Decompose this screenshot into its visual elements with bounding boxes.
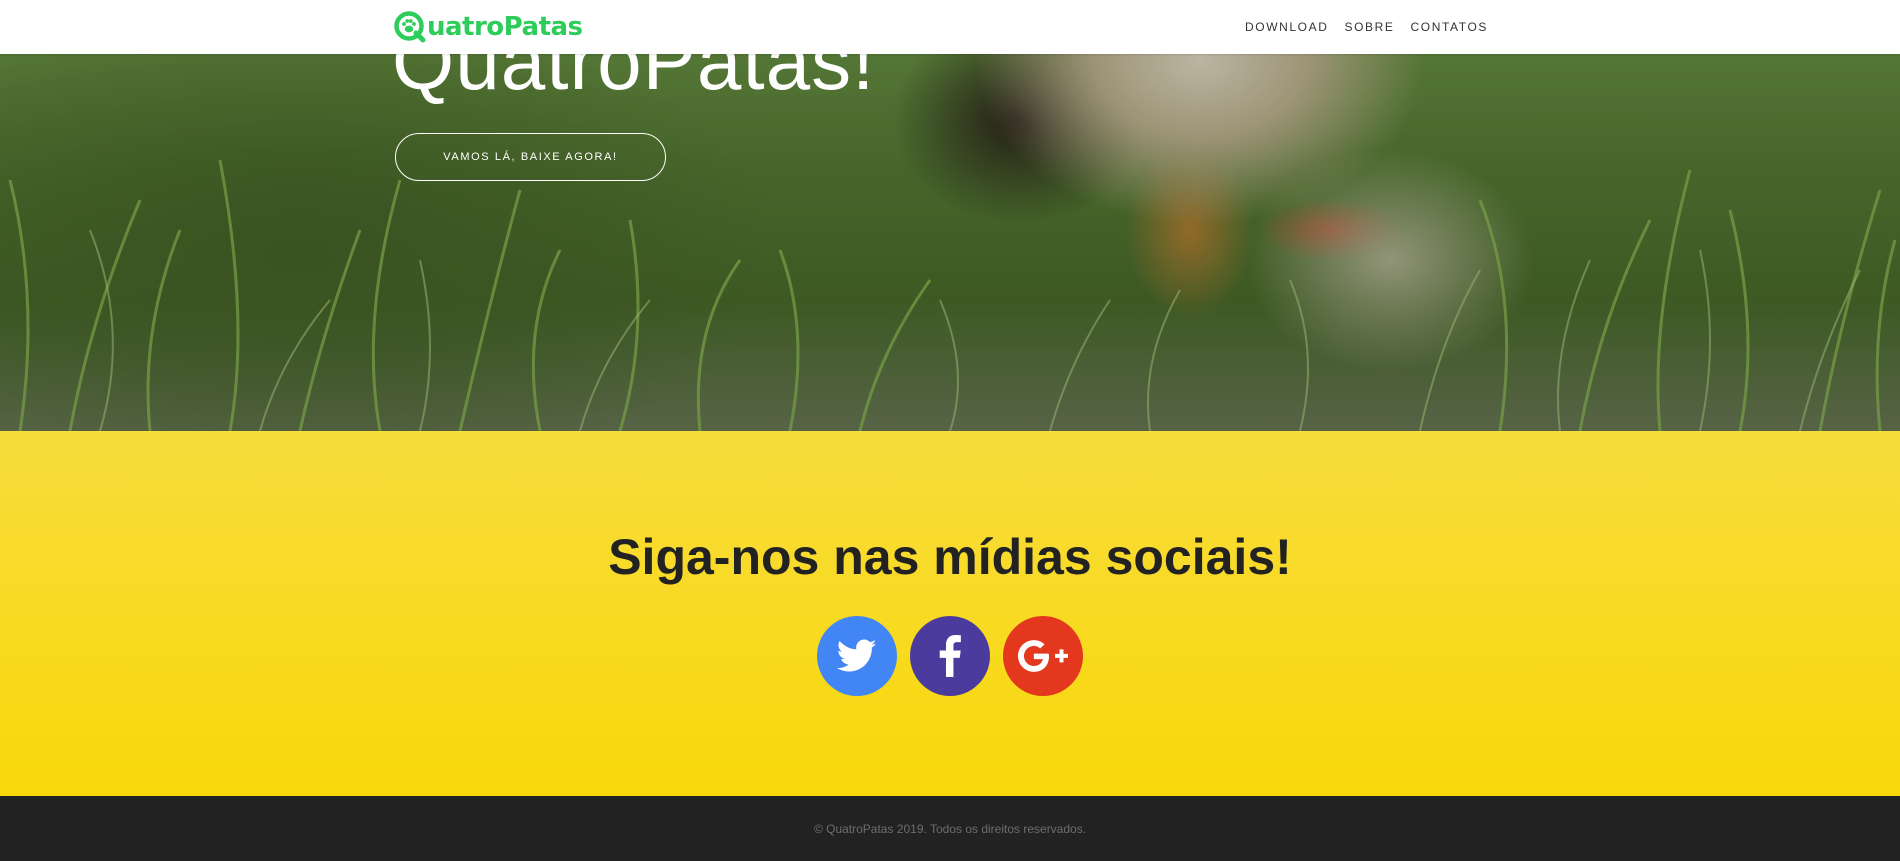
google-plus-button[interactable]	[1003, 616, 1083, 696]
social-title: Siga-nos nas mídias sociais!	[608, 529, 1292, 585]
facebook-icon	[939, 635, 961, 677]
nav-link-contatos[interactable]: CONTATOS	[1403, 20, 1496, 34]
nav-link-download[interactable]: DOWNLOAD	[1237, 20, 1336, 34]
download-cta-button[interactable]: VAMOS LÁ, BAIXE AGORA!	[395, 133, 666, 181]
hero-section: QuatroPatas! VAMOS LÁ, BAIXE AGORA!	[0, 0, 1900, 431]
social-section: Siga-nos nas mídias sociais!	[0, 431, 1900, 796]
twitter-icon	[837, 639, 877, 672]
social-icons	[0, 616, 1900, 696]
navbar: uatroPatas DOWNLOAD SOBRE CONTATOS	[0, 0, 1900, 54]
nav-link-sobre[interactable]: SOBRE	[1337, 20, 1403, 34]
hero-overlay	[0, 0, 1900, 431]
brand-logo[interactable]: uatroPatas	[394, 10, 583, 44]
facebook-button[interactable]	[910, 616, 990, 696]
footer-copyright: © QuatroPatas 2019. Todos os direitos re…	[813, 822, 1087, 836]
paw-logo-icon	[394, 11, 426, 43]
footer: © QuatroPatas 2019. Todos os direitos re…	[0, 796, 1900, 861]
nav-links: DOWNLOAD SOBRE CONTATOS	[1237, 0, 1496, 54]
twitter-button[interactable]	[817, 616, 897, 696]
brand-name: uatroPatas	[427, 12, 583, 42]
google-plus-icon	[1018, 640, 1068, 672]
